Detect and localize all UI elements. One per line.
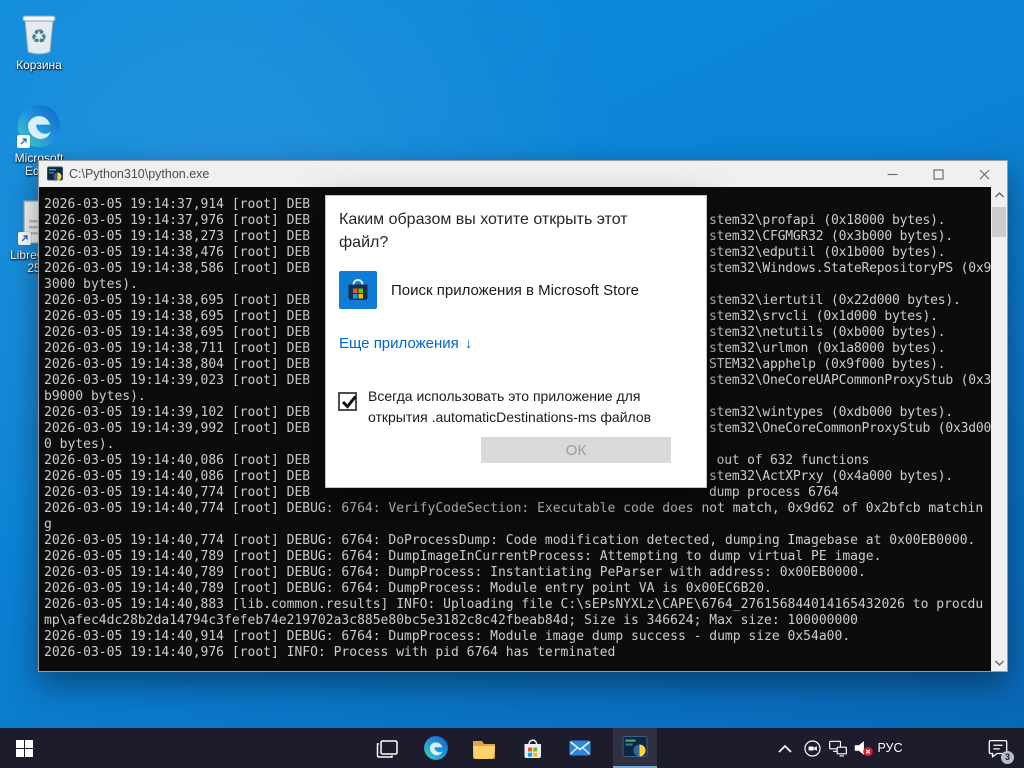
task-view-icon — [376, 736, 400, 760]
recycle-glyph: ♻ — [30, 26, 47, 48]
open-with-dialog: Каким образом вы хотите открыть этот фай… — [325, 195, 707, 488]
tray-meet-now-button[interactable] — [799, 728, 825, 768]
mail-icon — [567, 735, 593, 761]
console-titlebar[interactable]: C:\Python310\python.exe — [39, 161, 1007, 187]
python-console-icon — [622, 734, 648, 760]
console-line: 2026-03-05 19:14:40,789 [root] DEBUG: 67… — [44, 549, 989, 565]
checkmark-icon — [338, 391, 360, 413]
store-option-label: Поиск приложения в Microsoft Store — [391, 282, 639, 299]
always-use-checkbox[interactable] — [338, 392, 357, 411]
console-line: g — [44, 517, 989, 533]
tray-volume-button[interactable] — [849, 728, 877, 768]
desktop-icon-label: Корзина — [0, 59, 78, 72]
console-line: 2026-03-05 19:14:40,774 [root] DEBUG: 67… — [44, 533, 989, 549]
file-explorer-icon — [471, 735, 497, 761]
recycle-bin-icon: ♻ — [18, 10, 60, 56]
desktop-icon-recycle-bin[interactable]: ♻ Корзина — [0, 10, 78, 72]
windows-logo-icon — [16, 740, 33, 757]
maximize-icon — [933, 169, 944, 180]
microsoft-store-icon — [520, 736, 545, 761]
more-apps-label: Еще приложения — [339, 335, 459, 352]
tray-expand-button[interactable] — [772, 728, 798, 768]
console-line: 2026-03-05 19:14:40,774 [root] DEBUG: 67… — [44, 501, 989, 517]
edge-icon — [423, 735, 449, 761]
microsoft-store-icon — [339, 271, 377, 309]
console-line: 2026-03-05 19:14:40,976 [root] INFO: Pro… — [44, 645, 989, 661]
task-view-button[interactable] — [366, 728, 410, 768]
scrollbar[interactable] — [991, 187, 1007, 671]
console-line: mp\afec4dc28b2da14794c3fefeb74e219702a3c… — [44, 613, 989, 629]
console-line: 2026-03-05 19:14:40,883 [lib.common.resu… — [44, 597, 989, 613]
action-center-button[interactable]: 3 — [980, 728, 1016, 768]
tray-network-button[interactable] — [825, 728, 851, 768]
dialog-title: Каким образом вы хотите открыть этот фай… — [339, 208, 659, 254]
close-icon — [979, 169, 990, 180]
chevron-up-icon — [778, 744, 792, 753]
console-line: 2026-03-05 19:14:40,789 [root] DEBUG: 67… — [44, 581, 989, 597]
scrollbar-down-icon[interactable] — [991, 655, 1007, 671]
tray-language-indicator[interactable]: РУС — [874, 728, 906, 768]
taskbar-store-button[interactable] — [510, 728, 554, 768]
notification-badge: 3 — [1001, 751, 1014, 764]
taskbar-explorer-button[interactable] — [462, 728, 506, 768]
meet-now-icon — [803, 739, 822, 758]
console-line: 2026-03-05 19:14:40,789 [root] DEBUG: 67… — [44, 565, 989, 581]
scrollbar-up-icon[interactable] — [991, 187, 1007, 203]
close-button[interactable] — [961, 161, 1007, 187]
store-option[interactable]: Поиск приложения в Microsoft Store — [339, 270, 689, 310]
network-icon — [828, 738, 848, 758]
down-arrow-icon: ↓ — [465, 335, 473, 352]
start-button[interactable] — [0, 728, 48, 768]
taskbar-edge-button[interactable] — [414, 728, 458, 768]
shortcut-arrow-icon — [18, 232, 31, 245]
shortcut-arrow-icon — [17, 135, 30, 148]
python-console-icon — [47, 166, 63, 182]
taskbar-mail-button[interactable] — [558, 728, 602, 768]
taskbar-python-console-button[interactable] — [613, 728, 657, 768]
more-apps-link[interactable]: Еще приложения ↓ — [339, 335, 472, 352]
console-line: 2026-03-05 19:14:40,914 [root] DEBUG: 67… — [44, 629, 989, 645]
minimize-button[interactable] — [869, 161, 915, 187]
window-title: C:\Python310\python.exe — [69, 161, 209, 187]
ok-button[interactable]: ОК — [481, 437, 671, 463]
language-label: РУС — [877, 741, 902, 755]
maximize-button[interactable] — [915, 161, 961, 187]
always-use-label: Всегда использовать это приложение для о… — [368, 386, 673, 428]
minimize-icon — [887, 169, 898, 180]
scrollbar-thumb[interactable] — [992, 207, 1006, 237]
volume-muted-icon — [852, 737, 874, 759]
